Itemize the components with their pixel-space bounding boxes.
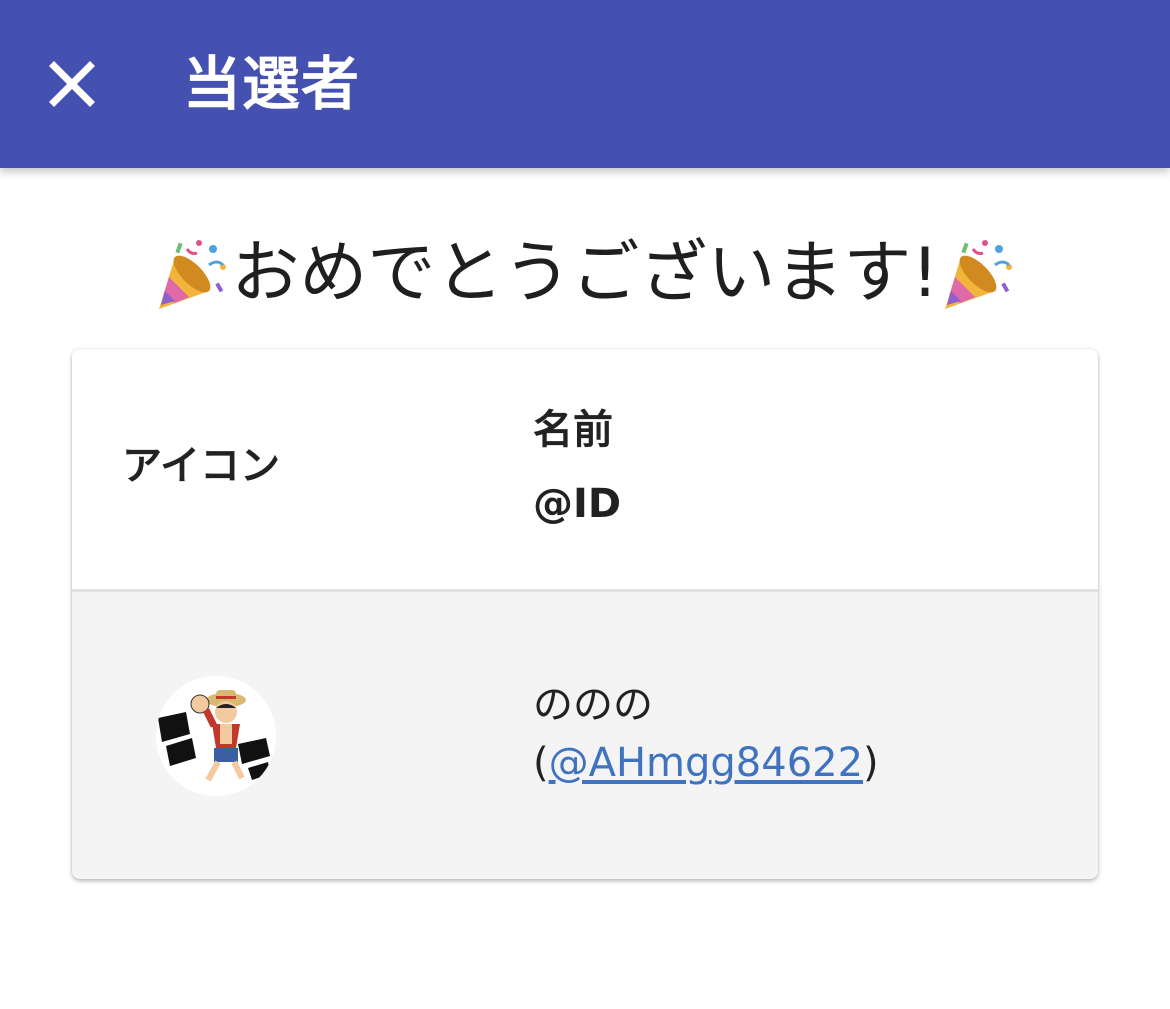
- close-icon: [49, 61, 95, 107]
- avatar-image: [156, 676, 276, 796]
- party-popper-icon: [153, 235, 231, 313]
- header-name-label: 名前: [533, 407, 613, 453]
- congrats-text: おめでとうございます!: [231, 234, 939, 313]
- table-row: ののの (@AHmgg84622): [72, 592, 1098, 879]
- header-id-label: @ID: [533, 481, 622, 527]
- winner-table: アイコン 名前 @ID ののの (@AHmgg84622): [72, 349, 1098, 879]
- winner-id-close-paren: ): [863, 740, 879, 786]
- header-icon-label: アイコン: [122, 443, 280, 489]
- winner-id: (@AHmgg84622): [533, 738, 879, 788]
- winner-id-open-paren: (: [533, 740, 549, 786]
- avatar: [156, 676, 276, 796]
- party-popper-icon: [939, 235, 1017, 313]
- winner-id-link[interactable]: @AHmgg84622: [549, 740, 863, 786]
- table-header-row: アイコン 名前 @ID: [72, 349, 1098, 592]
- page-title: 当選者: [183, 50, 361, 118]
- winner-name: ののの: [533, 682, 653, 728]
- close-button[interactable]: [36, 48, 108, 120]
- congrats-heading: おめでとうございます!: [0, 232, 1170, 316]
- app-bar: 当選者: [0, 0, 1170, 168]
